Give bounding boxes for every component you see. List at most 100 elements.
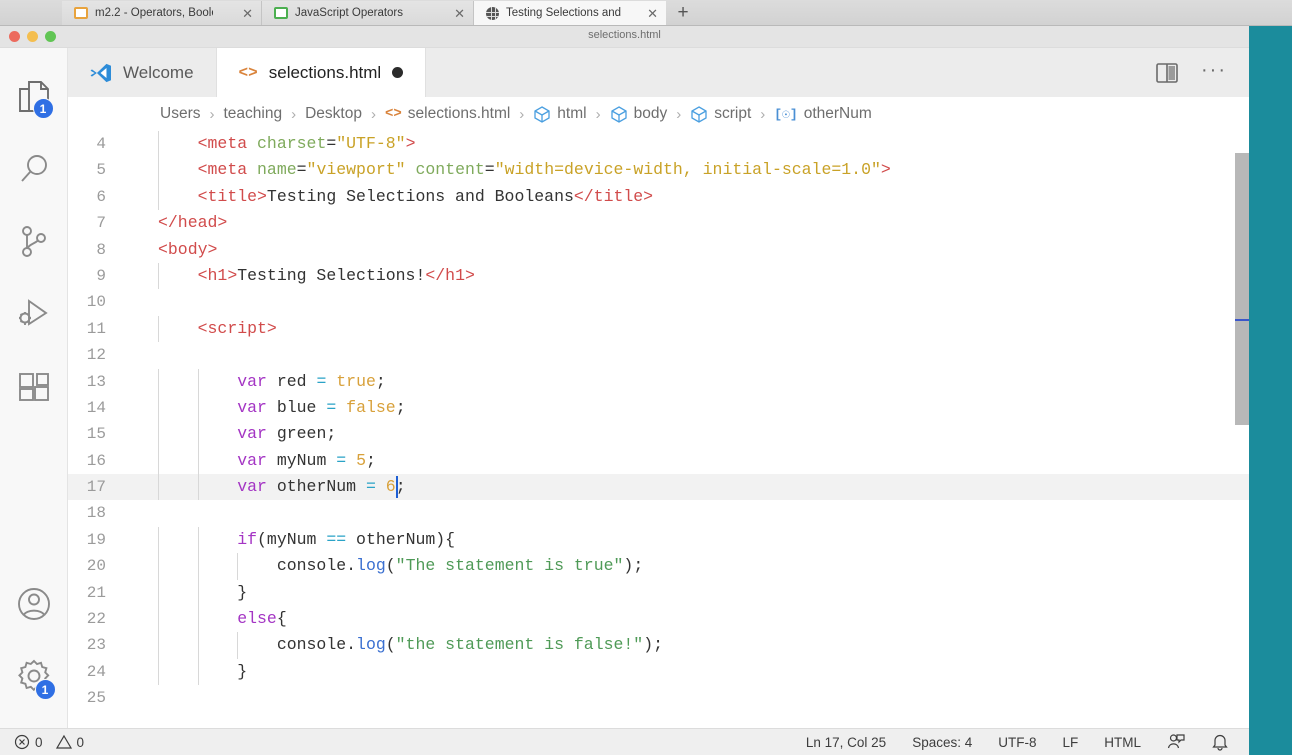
activity-bar-item-accounts[interactable] xyxy=(0,568,68,640)
bell-icon[interactable] xyxy=(1211,733,1229,751)
breadcrumb-item-script[interactable]: script xyxy=(690,105,751,123)
code-token: = xyxy=(296,160,307,180)
breadcrumb-item-desktop[interactable]: Desktop xyxy=(305,105,362,123)
extensions-icon xyxy=(18,373,49,401)
browser-tab-3[interactable]: Testing Selections and Boolea ✕ xyxy=(474,1,666,25)
status-bar-cursor-position[interactable]: Ln 17, Col 25 xyxy=(806,735,886,750)
browser-tab-2-close-icon[interactable]: ✕ xyxy=(444,7,465,20)
activity-bar-item-explorer[interactable]: 1 xyxy=(0,62,68,134)
browser-tab-2[interactable]: JavaScript Operators ✕ xyxy=(262,1,474,25)
browser-tab-3-close-icon[interactable]: ✕ xyxy=(637,7,658,20)
code-token: var xyxy=(237,424,267,444)
code-line[interactable]: 11 <script> xyxy=(68,315,1249,343)
unsaved-changes-indicator[interactable] xyxy=(392,67,404,78)
new-tab-button[interactable]: + xyxy=(666,1,700,25)
editor-tab-selections-html[interactable]: <> selections.html xyxy=(216,48,427,97)
code-token: </head> xyxy=(158,213,228,233)
line-number: 21 xyxy=(86,583,106,602)
browser-tab-1[interactable]: m2.2 - Operators, Booleans & ✕ xyxy=(62,1,262,25)
status-bar-left: 0 0 xyxy=(14,734,84,750)
code-token: blue xyxy=(266,397,327,417)
code-token: = xyxy=(326,397,337,417)
feedback-person-icon[interactable] xyxy=(1167,733,1185,751)
line-content: <title>Testing Selections and Booleans</… xyxy=(130,183,653,211)
breadcrumb-item-file[interactable]: <> selections.html xyxy=(385,105,510,123)
indent-guide xyxy=(237,632,239,659)
breadcrumb-item-othernum[interactable]: [☉] otherNum xyxy=(774,105,872,123)
code-line[interactable]: 25 xyxy=(68,685,1249,711)
breadcrumb: Users › teaching › Desktop › <> selectio… xyxy=(68,97,1249,131)
code-token: log xyxy=(356,635,386,655)
editor-vertical-scrollbar[interactable] xyxy=(1235,131,1249,728)
line-number: 12 xyxy=(86,346,106,365)
more-actions-icon[interactable]: ··· xyxy=(1201,60,1227,86)
code-line[interactable]: 24 } xyxy=(68,658,1249,686)
activity-bar-item-extensions[interactable] xyxy=(0,350,68,422)
line-number: 6 xyxy=(96,187,106,206)
scrollbar-thumb[interactable] xyxy=(1235,153,1249,425)
status-bar-problems[interactable]: 0 0 xyxy=(14,734,84,750)
status-bar-error-count: 0 xyxy=(35,734,43,750)
code-line[interactable]: 10 xyxy=(68,289,1249,315)
code-line[interactable]: 22 else{ xyxy=(68,606,1249,633)
indent-guide xyxy=(158,131,159,158)
breadcrumb-item-html[interactable]: html xyxy=(533,105,587,123)
breadcrumb-item-teaching[interactable]: teaching xyxy=(223,105,282,123)
symbol-cube-icon xyxy=(691,106,707,123)
line-number: 8 xyxy=(96,240,106,259)
browser-tab-1-close-icon[interactable]: ✕ xyxy=(232,7,253,20)
code-line[interactable]: 14 var blue = false; xyxy=(68,394,1249,422)
code-line[interactable]: 4 <meta charset="UTF-8"> xyxy=(68,131,1249,158)
breadcrumb-item-users[interactable]: Users xyxy=(160,105,200,123)
line-content: <h1>Testing Selections!</h1> xyxy=(130,262,475,290)
line-number: 20 xyxy=(86,557,106,576)
indent-guide xyxy=(197,447,199,475)
breadcrumb-item-body[interactable]: body xyxy=(610,105,667,123)
code-token: { xyxy=(276,609,287,629)
code-line[interactable]: 6 <title>Testing Selections and Booleans… xyxy=(68,183,1249,211)
indent-guide xyxy=(158,658,159,686)
activity-bar-item-run-and-debug[interactable] xyxy=(0,278,68,350)
status-bar-indentation[interactable]: Spaces: 4 xyxy=(912,735,972,750)
activity-bar-item-manage[interactable]: 1 xyxy=(0,640,68,712)
code-line[interactable]: 19 if(myNum == otherNum){ xyxy=(68,526,1249,554)
code-line[interactable]: 17 var otherNum = 6; xyxy=(68,474,1249,501)
code-line[interactable]: 5 <meta name="viewport" content="width=d… xyxy=(68,157,1249,184)
activity-bar-item-search[interactable] xyxy=(0,134,68,206)
split-editor-icon[interactable] xyxy=(1155,62,1179,84)
code-line[interactable]: 15 var green; xyxy=(68,421,1249,448)
code-line[interactable]: 8 <body> xyxy=(68,237,1249,263)
activity-bar-item-source-control[interactable] xyxy=(0,206,68,278)
code-line[interactable]: 13 var red = true; xyxy=(68,368,1249,395)
editor-tab-welcome[interactable]: Welcome xyxy=(68,48,217,97)
code-line[interactable]: 12 xyxy=(68,342,1249,368)
indent-guide xyxy=(158,157,159,184)
status-bar-language-mode[interactable]: HTML xyxy=(1104,735,1141,750)
status-bar-eol[interactable]: LF xyxy=(1062,735,1078,750)
code-editor[interactable]: 4 <meta charset="UTF-8"> 5 <meta name="vi… xyxy=(68,131,1249,728)
code-line[interactable]: 7 </head> xyxy=(68,210,1249,236)
code-line[interactable]: 23 console.log("the statement is false!"… xyxy=(68,632,1249,659)
code-token: (myNum xyxy=(257,529,327,549)
code-token: = xyxy=(336,450,347,470)
status-bar-encoding[interactable]: UTF-8 xyxy=(998,735,1036,750)
code-token: var xyxy=(237,397,267,417)
code-line[interactable]: 21 } xyxy=(68,579,1249,607)
indent-guide xyxy=(158,526,159,554)
code-token: console. xyxy=(276,556,357,576)
code-line[interactable]: 18 xyxy=(68,500,1249,526)
code-token: <script> xyxy=(197,318,277,338)
code-token: ( xyxy=(385,635,396,655)
code-line[interactable]: 20 console.log("The statement is true"); xyxy=(68,553,1249,580)
line-content: console.log("The statement is true"); xyxy=(130,553,643,580)
line-content: var blue = false; xyxy=(130,394,406,422)
breadcrumb-separator: › xyxy=(209,105,215,123)
code-line[interactable]: 16 var myNum = 5; xyxy=(68,447,1249,475)
line-number: 19 xyxy=(86,530,106,549)
warning-icon xyxy=(55,734,72,749)
breadcrumb-item-html-label: html xyxy=(557,105,587,122)
code-line[interactable]: 9 <h1>Testing Selections!</h1> xyxy=(68,262,1249,290)
code-token: ; xyxy=(395,397,406,417)
